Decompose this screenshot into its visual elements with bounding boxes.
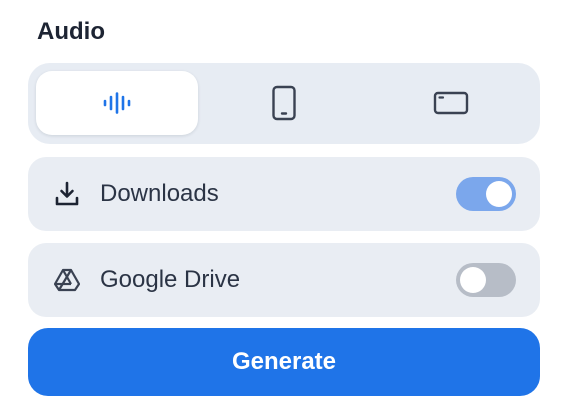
toggle-knob [460,267,486,293]
google-drive-icon [53,267,81,293]
format-selector [28,63,540,144]
downloads-row: Downloads [28,157,540,231]
downloads-toggle[interactable] [456,177,516,211]
toggle-knob [486,181,512,207]
downloads-label: Downloads [100,180,219,207]
phone-icon [271,85,297,121]
format-option-audio[interactable] [36,71,198,135]
format-option-phone[interactable] [203,71,365,135]
format-option-widescreen[interactable] [370,71,532,135]
generate-button[interactable]: Generate [28,328,540,396]
google-drive-row: Google Drive [28,243,540,317]
section-title: Audio [37,18,105,45]
audio-settings-panel: Audio Downloads Google Drive Generate [0,0,568,416]
google-drive-toggle[interactable] [456,263,516,297]
audio-waveform-icon [102,92,132,114]
download-icon [54,181,80,207]
widescreen-icon [433,90,469,116]
google-drive-label: Google Drive [100,266,241,293]
